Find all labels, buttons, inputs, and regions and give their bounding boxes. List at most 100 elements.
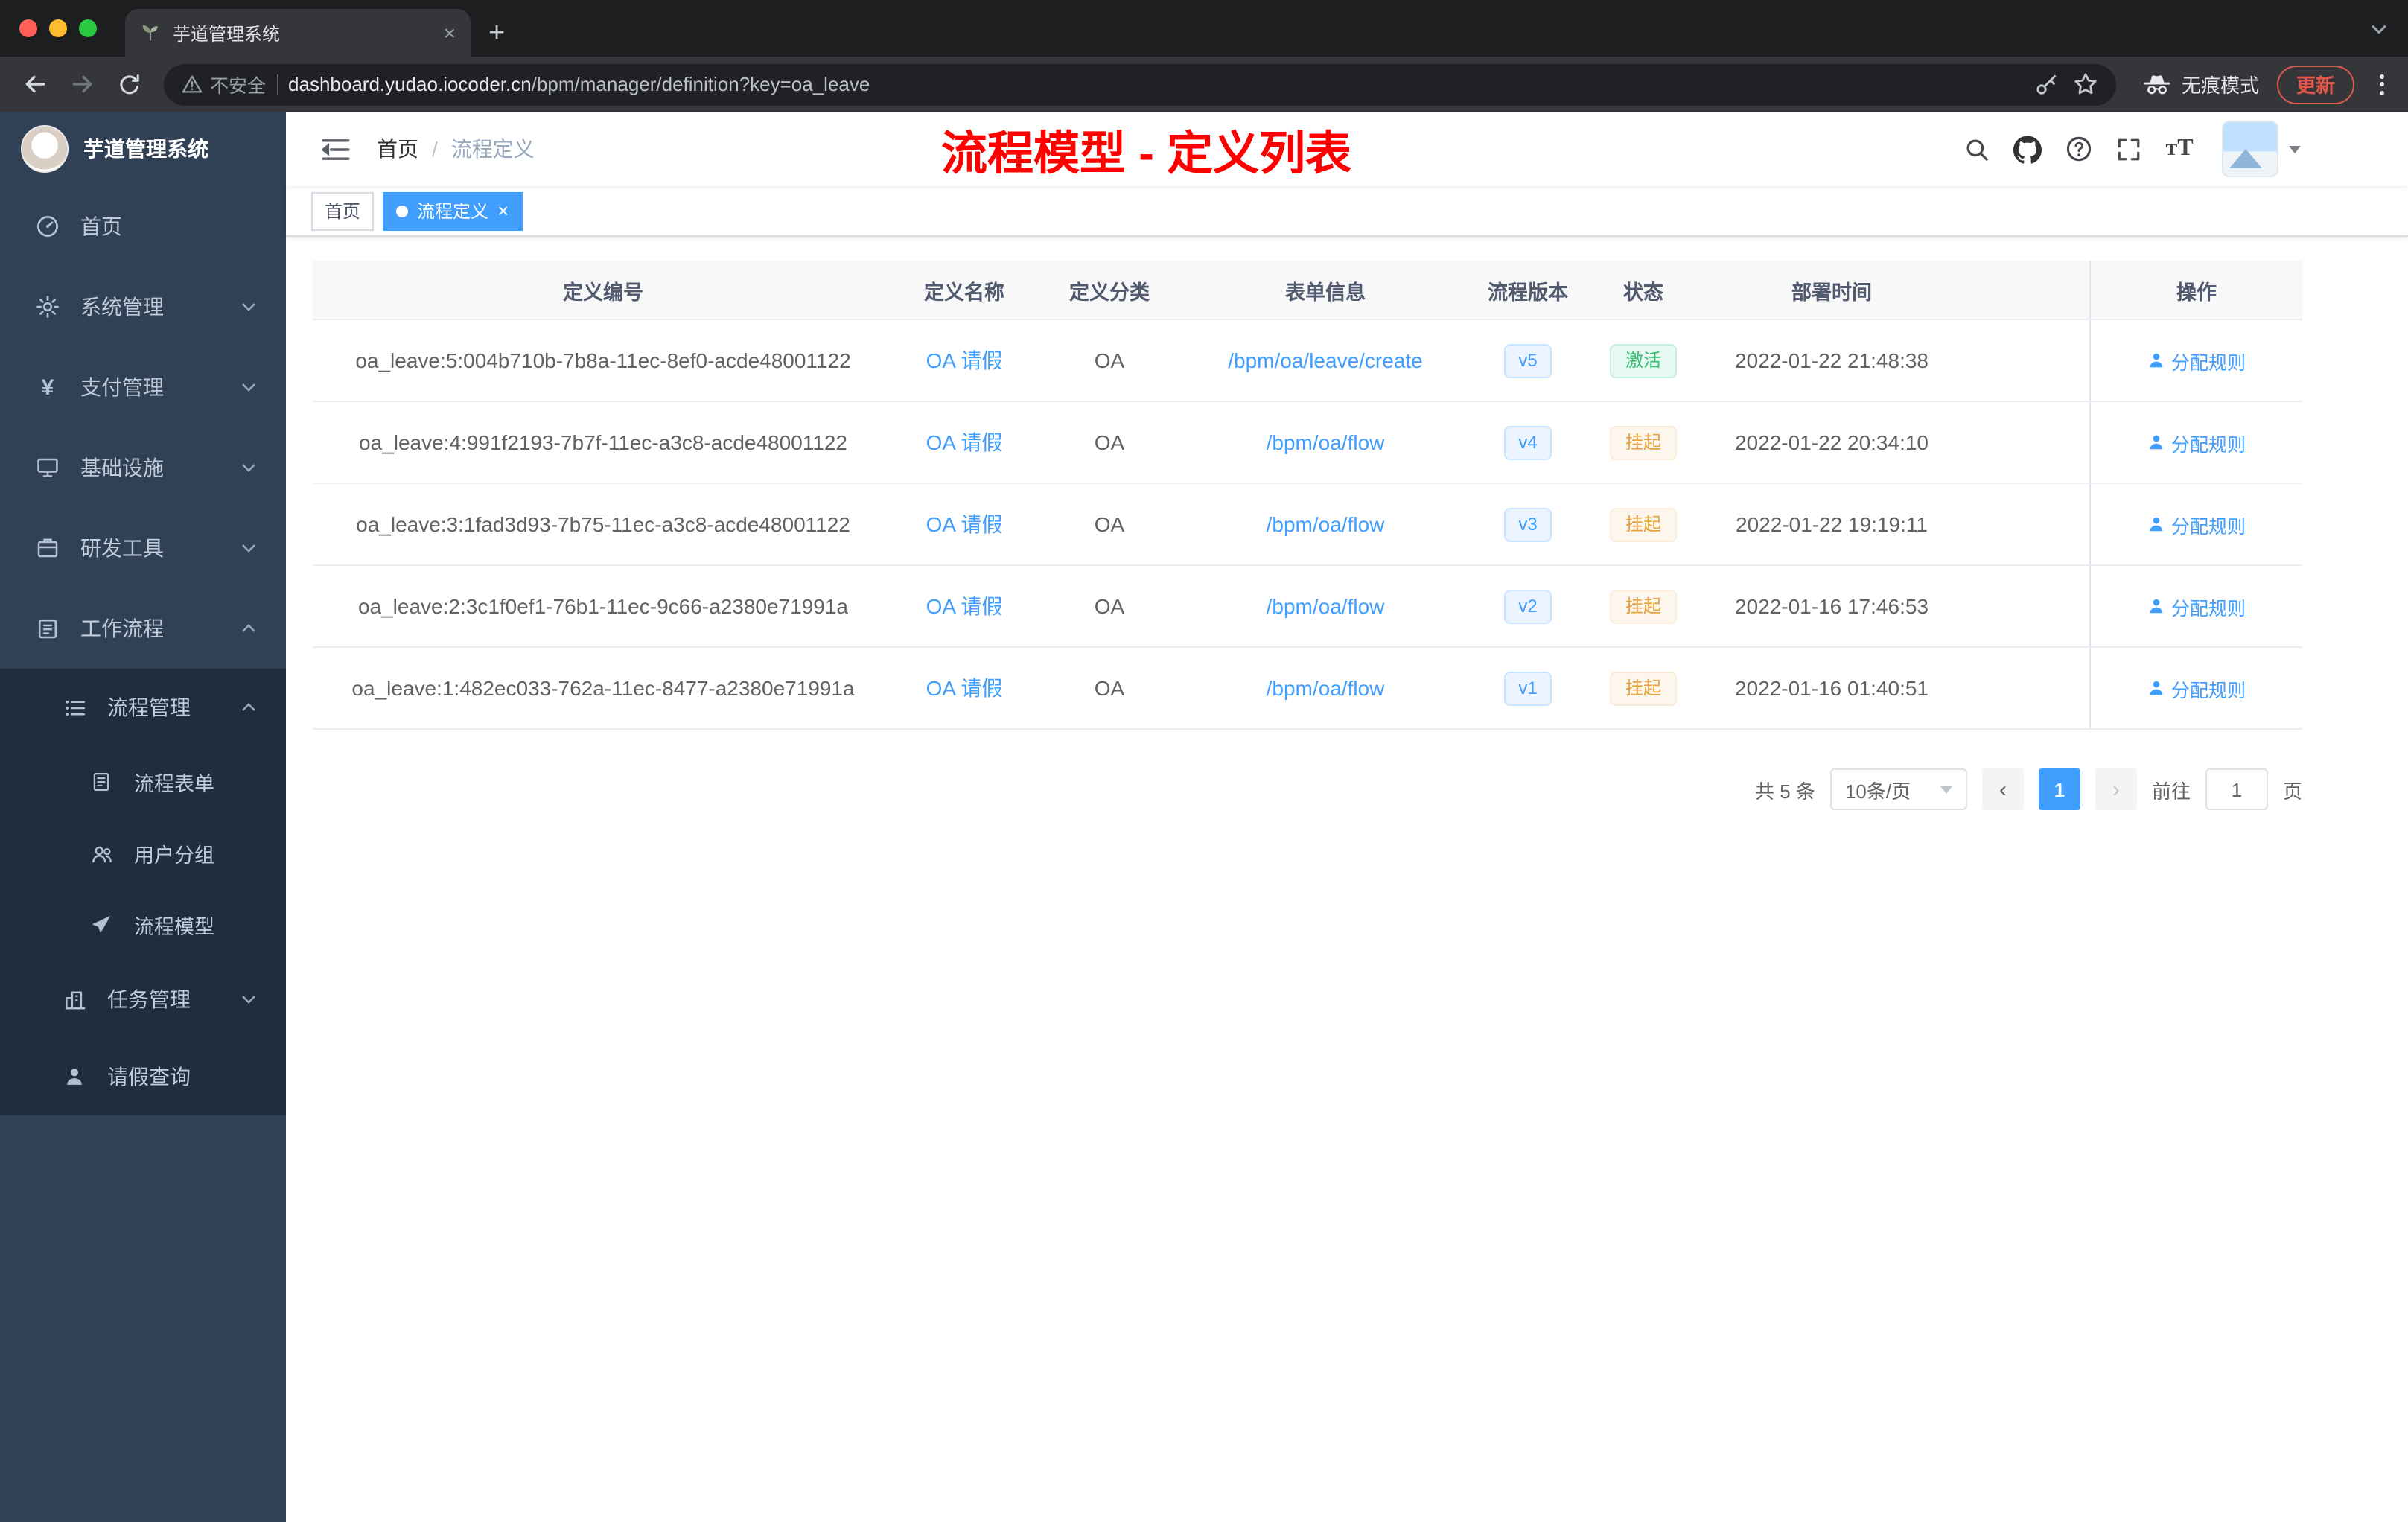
status-badge: 挂起 <box>1610 425 1676 459</box>
sidebar-item-label: 工作流程 <box>80 617 164 640</box>
form-link[interactable]: /bpm/oa/flow <box>1267 676 1385 700</box>
sidebar-item-devtools[interactable]: 研发工具 <box>0 508 286 588</box>
sidebar-item-label: 研发工具 <box>80 536 164 560</box>
sidebar-toggle-icon[interactable] <box>322 136 350 162</box>
definition-category: OA <box>1094 430 1125 454</box>
sidebar-item-leave-query[interactable]: 请假查询 <box>0 1038 286 1115</box>
incognito-badge: 无痕模式 <box>2128 70 2274 98</box>
sidebar-item-payment[interactable]: ¥ 支付管理 <box>0 347 286 427</box>
sidebar-item-user-group[interactable]: 用户分组 <box>0 818 286 889</box>
search-icon[interactable] <box>1957 129 1997 169</box>
buildings-icon <box>63 987 86 1011</box>
help-icon[interactable] <box>2058 129 2098 169</box>
tab-title: 芋道管理系统 <box>173 23 281 44</box>
column-spacer <box>1966 402 2089 483</box>
tag-label: 首页 <box>325 201 361 222</box>
column-header: 定义名称 <box>924 281 1004 303</box>
assign-rule-button[interactable]: 分配规则 <box>2147 592 2246 620</box>
fullscreen-icon[interactable] <box>2109 129 2149 169</box>
person-icon <box>2150 435 2163 450</box>
chrome-update-button[interactable]: 更新 <box>2276 65 2354 104</box>
version-badge: v1 <box>1503 671 1552 705</box>
sidebar-item-system[interactable]: 系统管理 <box>0 267 286 347</box>
goto-page-input[interactable] <box>2205 768 2268 810</box>
user-avatar[interactable] <box>2222 121 2278 177</box>
deploy-time: 2022-01-22 19:19:11 <box>1736 512 1928 536</box>
address-bar[interactable]: 不安全 dashboard.yudao.iocoder.cn/bpm/manag… <box>164 63 2116 105</box>
paper-plane-icon <box>89 913 113 937</box>
font-size-icon[interactable]: ᴛT <box>2159 129 2200 169</box>
definition-id: oa_leave:5:004b710b-7b8a-11ec-8ef0-acde4… <box>355 348 851 372</box>
zoom-window-button[interactable] <box>79 19 97 37</box>
reload-icon[interactable] <box>107 62 152 106</box>
sidebar-item-label: 系统管理 <box>80 295 164 319</box>
assign-rule-button[interactable]: 分配规则 <box>2147 510 2246 538</box>
sidebar-item-process-model[interactable]: 流程模型 <box>0 889 286 961</box>
version-badge: v4 <box>1503 425 1552 459</box>
table-row: oa_leave:3:1fad3d93-7b75-11ec-a3c8-acde4… <box>313 484 2302 566</box>
security-warning[interactable]: 不安全 <box>182 70 266 98</box>
page-unit-label: 页 <box>2282 780 2302 802</box>
definition-name-link[interactable]: OA 请假 <box>926 509 1003 539</box>
assign-rule-button[interactable]: 分配规则 <box>2147 428 2246 456</box>
assign-rule-button[interactable]: 分配规则 <box>2147 674 2246 702</box>
forward-icon[interactable] <box>60 62 104 106</box>
page-size-select[interactable]: 10条/页 <box>1829 768 1967 810</box>
chevron-down-icon <box>2289 145 2301 153</box>
form-link[interactable]: /bpm/oa/flow <box>1267 594 1385 618</box>
sidebar-item-task-management[interactable]: 任务管理 <box>0 961 286 1038</box>
tab-close-icon[interactable]: × <box>444 22 456 43</box>
page-content: 定义编号 定义名称 定义分类 表单信息 流程版本 状态 部署时间 操作 oa_l… <box>286 237 2408 1522</box>
sidebar-item-label: 流程表单 <box>134 773 214 795</box>
tab-search-caret-icon[interactable] <box>2371 15 2387 42</box>
definition-id: oa_leave:1:482ec033-762a-11ec-8477-a2380… <box>351 676 855 700</box>
update-label: 更新 <box>2296 74 2335 97</box>
monitor-icon <box>36 456 60 480</box>
browser-menu-icon[interactable] <box>2366 74 2396 95</box>
clipboard-icon <box>36 617 60 640</box>
sidebar-item-workflow[interactable]: 工作流程 <box>0 588 286 669</box>
definition-name-link[interactable]: OA 请假 <box>926 427 1003 457</box>
sidebar-item-label: 首页 <box>80 214 122 238</box>
status-badge: 挂起 <box>1610 589 1676 623</box>
github-icon[interactable] <box>2007 129 2048 169</box>
bookmark-star-icon[interactable] <box>2073 71 2098 97</box>
page-number-button[interactable]: 1 <box>2038 768 2080 810</box>
form-link[interactable]: /bpm/oa/flow <box>1267 512 1385 536</box>
definition-name-link[interactable]: OA 请假 <box>926 591 1003 621</box>
url-text[interactable]: dashboard.yudao.iocoder.cn/bpm/manager/d… <box>288 73 2024 95</box>
app-logo[interactable]: 芋道管理系统 <box>0 112 286 186</box>
back-icon[interactable] <box>12 62 57 106</box>
browser-tab[interactable]: 芋道管理系统 × <box>125 9 471 57</box>
tag-home[interactable]: 首页 <box>311 191 375 230</box>
form-link[interactable]: /bpm/oa/leave/create <box>1228 348 1423 372</box>
minimize-window-button[interactable] <box>49 19 67 37</box>
chevron-down-icon <box>241 995 256 1004</box>
tag-close-icon[interactable]: × <box>497 201 509 220</box>
definition-name-link[interactable]: OA 请假 <box>926 673 1003 703</box>
sidebar-item-process-form[interactable]: 流程表单 <box>0 746 286 818</box>
chevron-down-icon <box>241 302 256 311</box>
sidebar-item-infrastructure[interactable]: 基础设施 <box>0 427 286 508</box>
breadcrumb-home[interactable]: 首页 <box>377 134 418 164</box>
definition-name-link[interactable]: OA 请假 <box>926 346 1003 375</box>
prev-page-button[interactable]: ‹ <box>1981 768 2024 810</box>
password-key-icon[interactable] <box>2034 72 2058 96</box>
user-menu[interactable] <box>2222 121 2301 177</box>
table-header-row: 定义编号 定义名称 定义分类 表单信息 流程版本 状态 部署时间 操作 <box>313 261 2302 320</box>
person-icon <box>2150 517 2163 532</box>
definition-category: OA <box>1094 512 1125 536</box>
tab-strip: 芋道管理系统 × + <box>0 0 2408 57</box>
sidebar-item-label: 基础设施 <box>80 456 164 480</box>
url-host: dashboard.yudao.iocoder.cn <box>288 73 532 95</box>
app-title: 芋道管理系统 <box>83 137 208 161</box>
close-window-button[interactable] <box>19 19 37 37</box>
next-page-button[interactable]: › <box>2095 768 2137 810</box>
annotation-text: 流程模型 - 定义列表 <box>941 127 1352 179</box>
form-link[interactable]: /bpm/oa/flow <box>1267 430 1385 454</box>
tag-process-definition[interactable]: 流程定义 × <box>383 191 523 230</box>
assign-rule-button[interactable]: 分配规则 <box>2147 346 2246 375</box>
new-tab-button[interactable]: + <box>488 19 505 48</box>
sidebar-item-process-management[interactable]: 流程管理 <box>0 669 286 746</box>
sidebar-item-home[interactable]: 首页 <box>0 186 286 267</box>
